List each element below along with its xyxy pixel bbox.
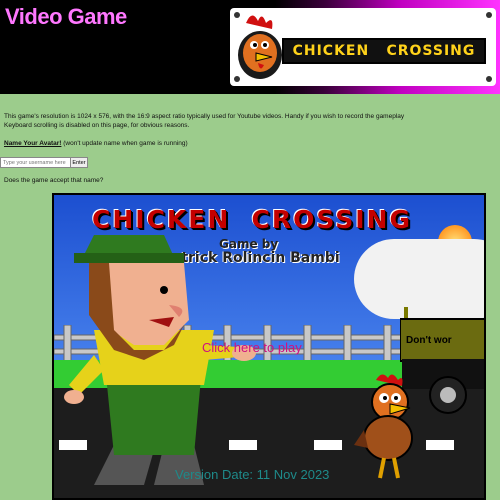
game-canvas[interactable]: Don't wor CHICKEN CROSSING Game by Patri… [52,193,486,500]
site-header: Video Game CHICKEN CROSSING [0,0,500,94]
info-line: Keyboard scrolling is disabled on this p… [4,122,190,129]
game-title-word: CHICKEN [92,205,231,234]
avatar-label: Name Your Avatar! (won't update name whe… [4,140,188,147]
chicken-logo-icon [238,15,282,79]
game-title-word: CROSSING [251,205,412,234]
enter-button[interactable]: Enter [70,157,88,168]
info-line: This game's resolution is 1024 x 576, wi… [4,113,405,120]
info-text: This game's resolution is 1024 x 576, wi… [4,112,404,130]
version-date: Version Date: 11 Nov 2023 [175,467,330,482]
play-link[interactable]: Click here to play [202,340,302,355]
chicken-character-icon [354,374,413,479]
banner-logo: CHICKEN CROSSING [282,38,486,64]
lane-marking [426,440,454,450]
site-title: Video Game [5,4,127,29]
banner-logo-word: CHICKEN [292,43,370,59]
game-banner: CHICKEN CROSSING [230,8,496,86]
game-title: CHICKEN CROSSING [92,205,412,235]
banner-corner [486,76,492,82]
avatar-heading: Name Your Avatar! [4,140,62,147]
banner-corner [486,12,492,18]
name-question: Does the game accept that name? [4,177,104,184]
lane-marking [314,440,342,450]
farmer-character-icon [64,235,256,485]
truck-sign: Don't wor [406,335,452,346]
avatar-note: (won't update name when game is running) [61,140,188,147]
banner-logo-word: CROSSING [386,43,476,59]
username-input[interactable] [0,157,72,168]
